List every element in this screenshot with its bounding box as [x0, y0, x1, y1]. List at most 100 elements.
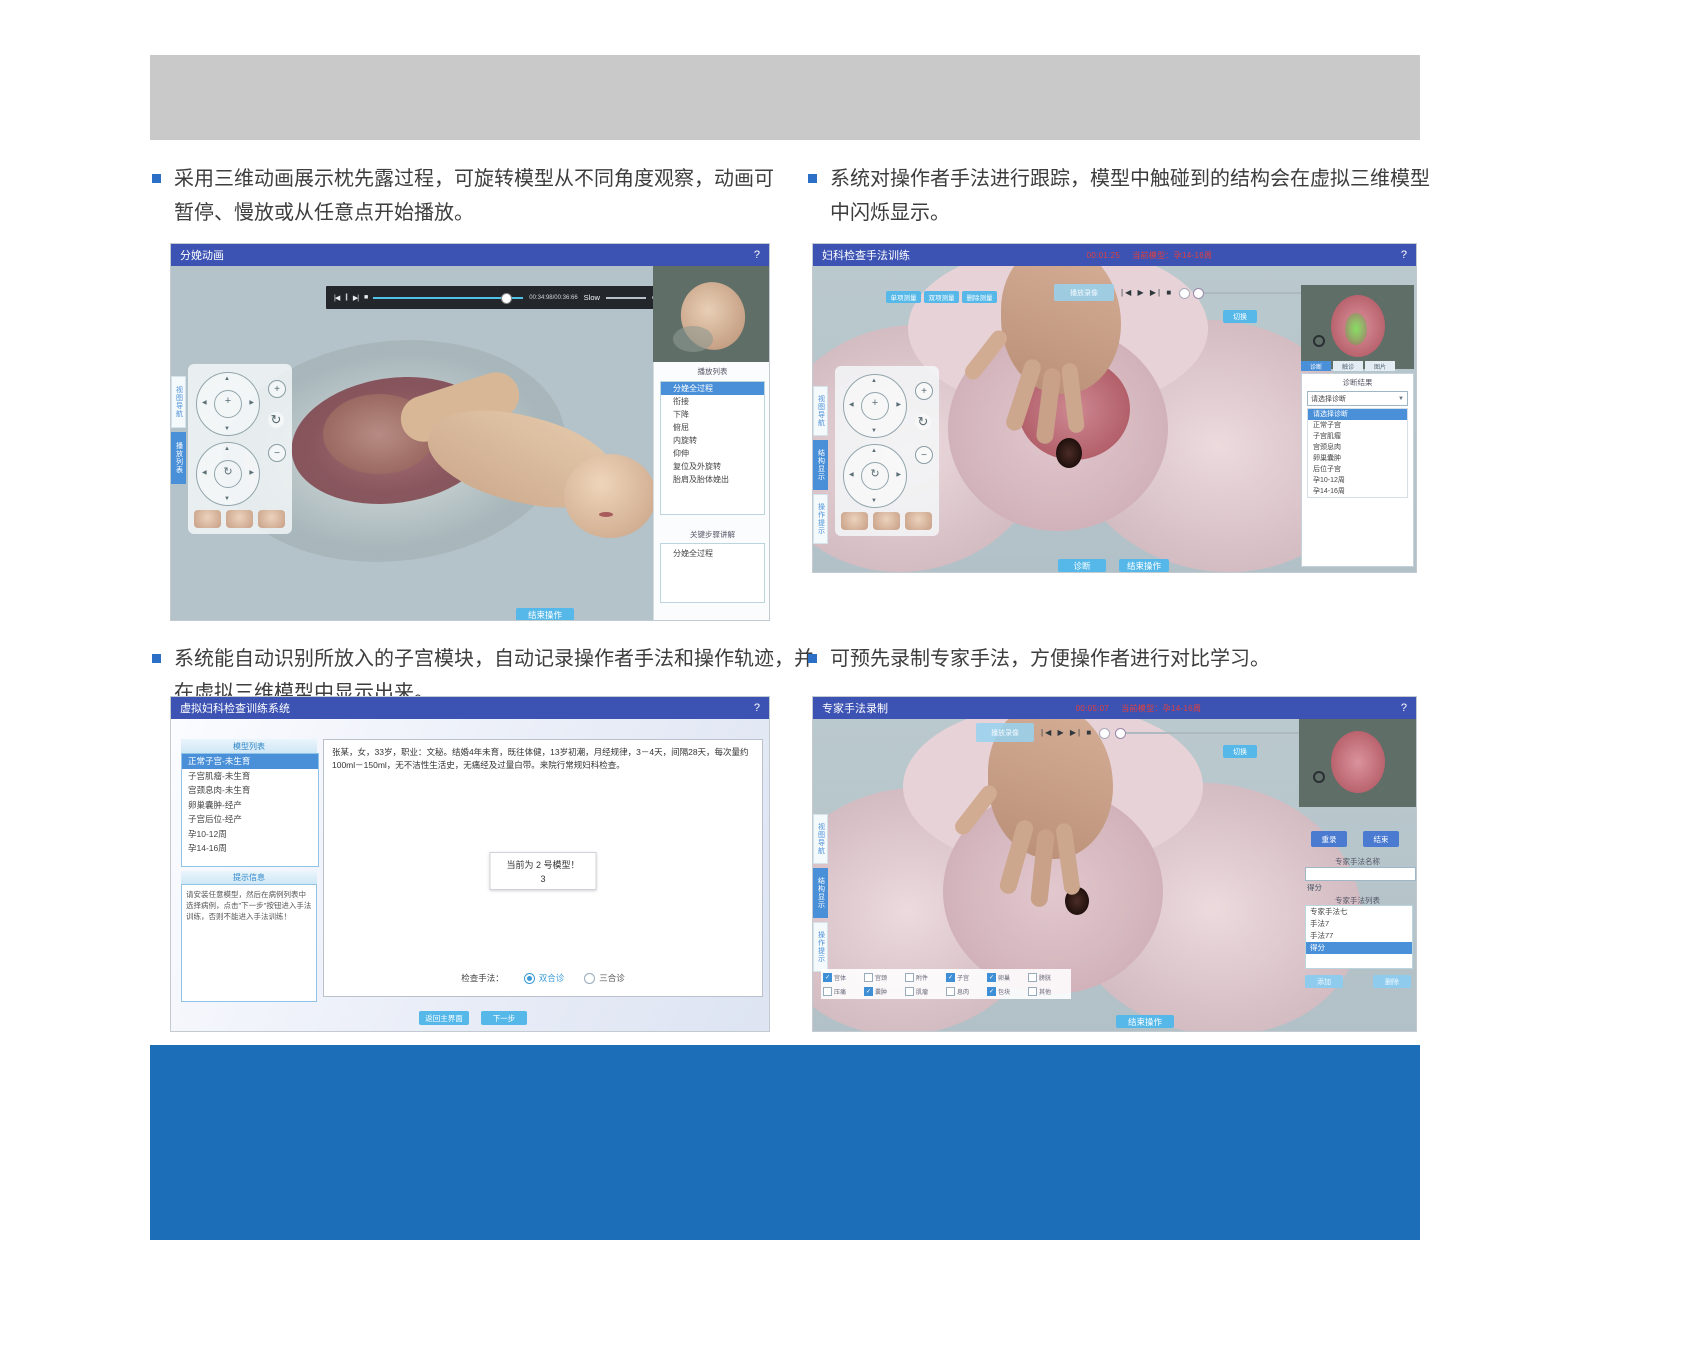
structure-checkbox[interactable]: ✓宫体 — [823, 970, 864, 984]
delete-measure-button[interactable]: 删除测量 — [962, 291, 997, 303]
stop-icon[interactable]: ■ — [364, 294, 367, 301]
model-list-item[interactable]: 孕10-12周 — [182, 827, 318, 842]
help-icon[interactable]: ? — [754, 249, 760, 261]
titlebar[interactable]: 分娩动画 ? — [171, 244, 769, 266]
side-tab-structure[interactable]: 结构显示 — [813, 440, 828, 490]
model-list-item[interactable]: 子宫肌瘤-未生育 — [182, 769, 318, 784]
end-operation-button[interactable]: 结束操作 — [1116, 1015, 1174, 1028]
side-tab-view-nav[interactable]: 视图导航 — [813, 814, 828, 864]
pan-up-icon[interactable]: ▲ — [871, 378, 877, 384]
radio-trimanual[interactable]: 三合诊 — [584, 972, 625, 984]
skip-forward-icon[interactable]: ▶| — [1070, 728, 1082, 737]
rotate-center-icon[interactable]: ↻ — [197, 465, 259, 478]
playlist-item[interactable]: 内旋转 — [661, 434, 764, 447]
expert-list-item[interactable]: 专家手法七 — [1306, 906, 1412, 918]
player-icons[interactable]: |◀ ▶ ▶| ■ — [1121, 288, 1173, 297]
progress-thumb[interactable] — [501, 293, 512, 304]
diagnose-button[interactable]: 诊断 — [1058, 559, 1106, 572]
skip-back-icon[interactable]: |◀ — [334, 294, 339, 302]
diagnosis-option[interactable]: 子宫肌瘤 — [1308, 431, 1407, 442]
expert-name-input[interactable] — [1305, 867, 1416, 881]
expert-list-item[interactable]: 得分 — [1306, 942, 1412, 954]
rotate-center-icon[interactable]: ↻ — [844, 467, 906, 480]
titlebar[interactable]: 虚拟妇科检查训练系统 ? — [171, 697, 769, 719]
structure-checkbox[interactable]: ✓包块 — [987, 984, 1028, 998]
structure-checkbox[interactable]: ✓子宫 — [946, 970, 987, 984]
model-list-item[interactable]: 卵巢囊肿-经产 — [182, 798, 318, 813]
zoom-out-button[interactable]: − — [915, 446, 933, 464]
playlist-item[interactable]: 下降 — [661, 408, 764, 421]
structure-checkbox[interactable]: 压痛 — [823, 984, 864, 998]
timeline-thumb[interactable] — [1115, 728, 1126, 739]
expert-list-item[interactable]: 手法77 — [1306, 930, 1412, 942]
skip-back-icon[interactable]: |◀ — [1121, 288, 1133, 297]
zoom-in-button[interactable]: + — [268, 380, 286, 398]
switch-view-button[interactable]: 切换 — [1223, 745, 1257, 758]
diagnosis-option[interactable]: 孕14-16周 — [1308, 486, 1407, 497]
secondary-view-preview[interactable] — [653, 266, 769, 362]
single-measure-button[interactable]: 单项测量 — [886, 291, 921, 303]
skip-back-icon[interactable]: |◀ — [1041, 728, 1053, 737]
structure-checkbox[interactable]: 息肉 — [946, 984, 987, 998]
reset-rotate-button[interactable]: ↻ — [268, 412, 284, 428]
rotate-up-icon[interactable]: ▲ — [871, 448, 877, 454]
expert-list-item[interactable]: 手法7 — [1306, 918, 1412, 930]
rotate-pad[interactable]: ▲ ▼ ◀ ▶ ↻ — [843, 444, 907, 508]
pan-pad[interactable]: ▲ ▼ ◀ ▶ + — [196, 372, 260, 436]
model-list-item[interactable]: 正常子宫-未生育 — [182, 754, 318, 769]
panel-tab[interactable]: 图片 — [1365, 361, 1395, 371]
zoom-out-button[interactable]: − — [268, 444, 286, 462]
delete-button[interactable]: 删除 — [1373, 975, 1411, 988]
stop-icon[interactable]: ■ — [1086, 728, 1093, 737]
play-icon[interactable]: ▶ — [1137, 288, 1145, 297]
radio-bimanual[interactable]: 双合诊 — [524, 972, 565, 984]
rotate-down-icon[interactable]: ▼ — [224, 496, 230, 502]
uterus-preview-view[interactable] — [1299, 719, 1416, 807]
structure-checkbox[interactable]: 附件 — [905, 970, 946, 984]
pause-icon[interactable]: || — [345, 294, 347, 301]
titlebar[interactable]: 妇科检查手法训练 00:01:25 当前模型：孕14-16周 ? — [813, 244, 1416, 266]
diagnosis-option[interactable]: 正常子宫 — [1308, 420, 1407, 431]
view-thumbnail-2[interactable] — [226, 510, 253, 528]
uterus-preview-view[interactable] — [1301, 285, 1414, 369]
next-step-button[interactable]: 下一步 — [481, 1011, 527, 1025]
diagnosis-option[interactable]: 宫颈息肉 — [1308, 442, 1407, 453]
diagnosis-option[interactable]: 后位子宫 — [1308, 464, 1407, 475]
structure-checkbox[interactable]: ✓卵巢 — [987, 970, 1028, 984]
diagnosis-option[interactable]: 孕10-12周 — [1308, 475, 1407, 486]
panel-tab[interactable]: 诊断 — [1301, 361, 1331, 371]
side-tab-view-nav[interactable]: 视图导航 — [813, 386, 828, 436]
diagnosis-option[interactable]: 卵巢囊肿 — [1308, 453, 1407, 464]
pan-up-icon[interactable]: ▲ — [224, 376, 230, 382]
rerecord-button[interactable]: 重录 — [1311, 831, 1347, 847]
rotate-up-icon[interactable]: ▲ — [224, 446, 230, 452]
playlist-item[interactable]: 分娩全过程 — [661, 382, 764, 395]
structure-checkbox[interactable]: 肌瘤 — [905, 984, 946, 998]
pan-pad[interactable]: ▲ ▼ ◀ ▶ + — [843, 374, 907, 438]
pan-down-icon[interactable]: ▼ — [871, 428, 877, 434]
structure-checkbox[interactable]: 其他 — [1028, 984, 1069, 998]
side-tab-structure[interactable]: 结构显示 — [813, 868, 828, 918]
record-dot-icon[interactable] — [1179, 288, 1190, 299]
structure-checkbox[interactable]: 宫颈 — [864, 970, 905, 984]
add-button[interactable]: 添加 — [1305, 975, 1343, 988]
end-operation-button[interactable]: 结束操作 — [516, 608, 574, 620]
structure-checkbox[interactable]: 膀胱 — [1028, 970, 1069, 984]
diagnosis-select[interactable]: 请选择诊断 ▼ — [1307, 391, 1408, 406]
view-thumbnail-1[interactable] — [194, 510, 221, 528]
titlebar[interactable]: 专家手法录制 00:05:07 当前模型：孕14-16周 ? — [813, 697, 1416, 719]
side-tab-hint[interactable]: 操作提示 — [813, 494, 828, 544]
rotate-pad[interactable]: ▲ ▼ ◀ ▶ ↻ — [196, 442, 260, 506]
view-thumbnail-1[interactable] — [841, 512, 868, 530]
skip-forward-icon[interactable]: ▶| — [353, 294, 358, 302]
zoom-in-button[interactable]: + — [915, 382, 933, 400]
keystep-item[interactable]: 分娩全过程 — [661, 544, 764, 560]
model-list-item[interactable]: 宫颈息肉-未生育 — [182, 783, 318, 798]
switch-view-button[interactable]: 切换 — [1223, 310, 1257, 323]
side-tab-playlist[interactable]: 播放列表 — [171, 432, 186, 484]
help-icon[interactable]: ? — [1401, 249, 1407, 261]
playlist-item[interactable]: 衔接 — [661, 395, 764, 408]
player-icons[interactable]: |◀ ▶ ▶| ■ — [1041, 728, 1093, 737]
structure-checkbox[interactable]: ✓囊肿 — [864, 984, 905, 998]
timeline-slider[interactable] — [1115, 732, 1325, 734]
